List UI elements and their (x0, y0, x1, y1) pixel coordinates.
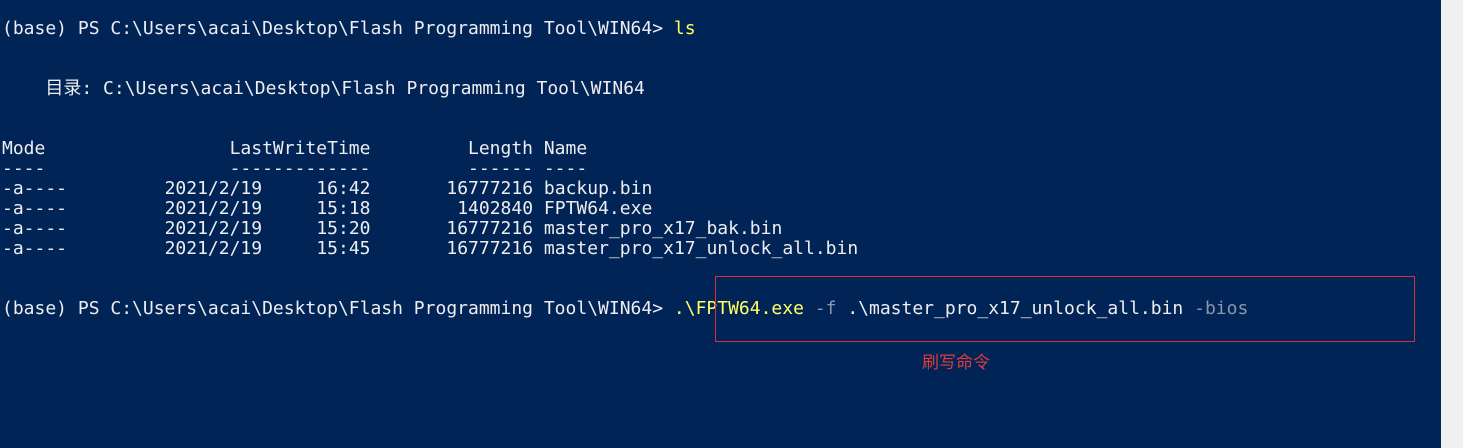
annotation-highlight-box (715, 276, 1415, 342)
file-time: 15:45 (316, 238, 371, 259)
file-time: 15:20 (316, 218, 371, 239)
file-date: 2021/2/19 (164, 198, 263, 219)
file-length: 16777216 (446, 178, 534, 199)
command-ls: ls (673, 18, 696, 39)
file-time: 16:42 (316, 178, 371, 199)
vertical-scrollbar[interactable] (1441, 0, 1463, 448)
listing-underline: ---- ------------- ------ ---- (2, 158, 588, 179)
file-mode: -a---- (2, 218, 68, 239)
file-row: -a---- 2021/2/19 15:45 16777216 master_p… (2, 239, 858, 259)
listing-header: Mode LastWriteTime Length Name (2, 138, 588, 159)
file-date: 2021/2/19 (164, 218, 263, 239)
file-mode: -a---- (2, 238, 68, 259)
file-length: 16777216 (446, 238, 534, 259)
file-row: -a---- 2021/2/19 16:42 16777216 backup.b… (2, 179, 652, 199)
file-date: 2021/2/19 (164, 178, 263, 199)
file-mode: -a---- (2, 198, 68, 219)
file-time: 15:18 (316, 198, 371, 219)
prompt-prefix: (base) PS C:\Users\acai\Desktop\Flash Pr… (2, 298, 674, 319)
file-length: 16777216 (446, 218, 534, 239)
file-row: -a---- 2021/2/19 15:20 16777216 master_p… (2, 219, 782, 239)
file-row: -a---- 2021/2/19 15:18 1402840 FPTW64.ex… (2, 199, 652, 219)
file-name: backup.bin (543, 178, 653, 199)
prompt-line-ls: (base) PS C:\Users\acai\Desktop\Flash Pr… (2, 19, 696, 39)
annotation-label: 刷写命令 (922, 353, 990, 373)
directory-line: 目录: C:\Users\acai\Desktop\Flash Programm… (2, 78, 645, 99)
file-length: 1402840 (446, 198, 534, 219)
file-name: FPTW64.exe (543, 198, 653, 219)
file-name: master_pro_x17_bak.bin (543, 218, 783, 239)
file-date: 2021/2/19 (164, 238, 263, 259)
file-mode: -a---- (2, 178, 68, 199)
powershell-console[interactable]: (base) PS C:\Users\acai\Desktop\Flash Pr… (0, 0, 1441, 448)
file-name: master_pro_x17_unlock_all.bin (543, 238, 859, 259)
prompt-prefix: (base) PS C:\Users\acai\Desktop\Flash Pr… (2, 18, 674, 39)
